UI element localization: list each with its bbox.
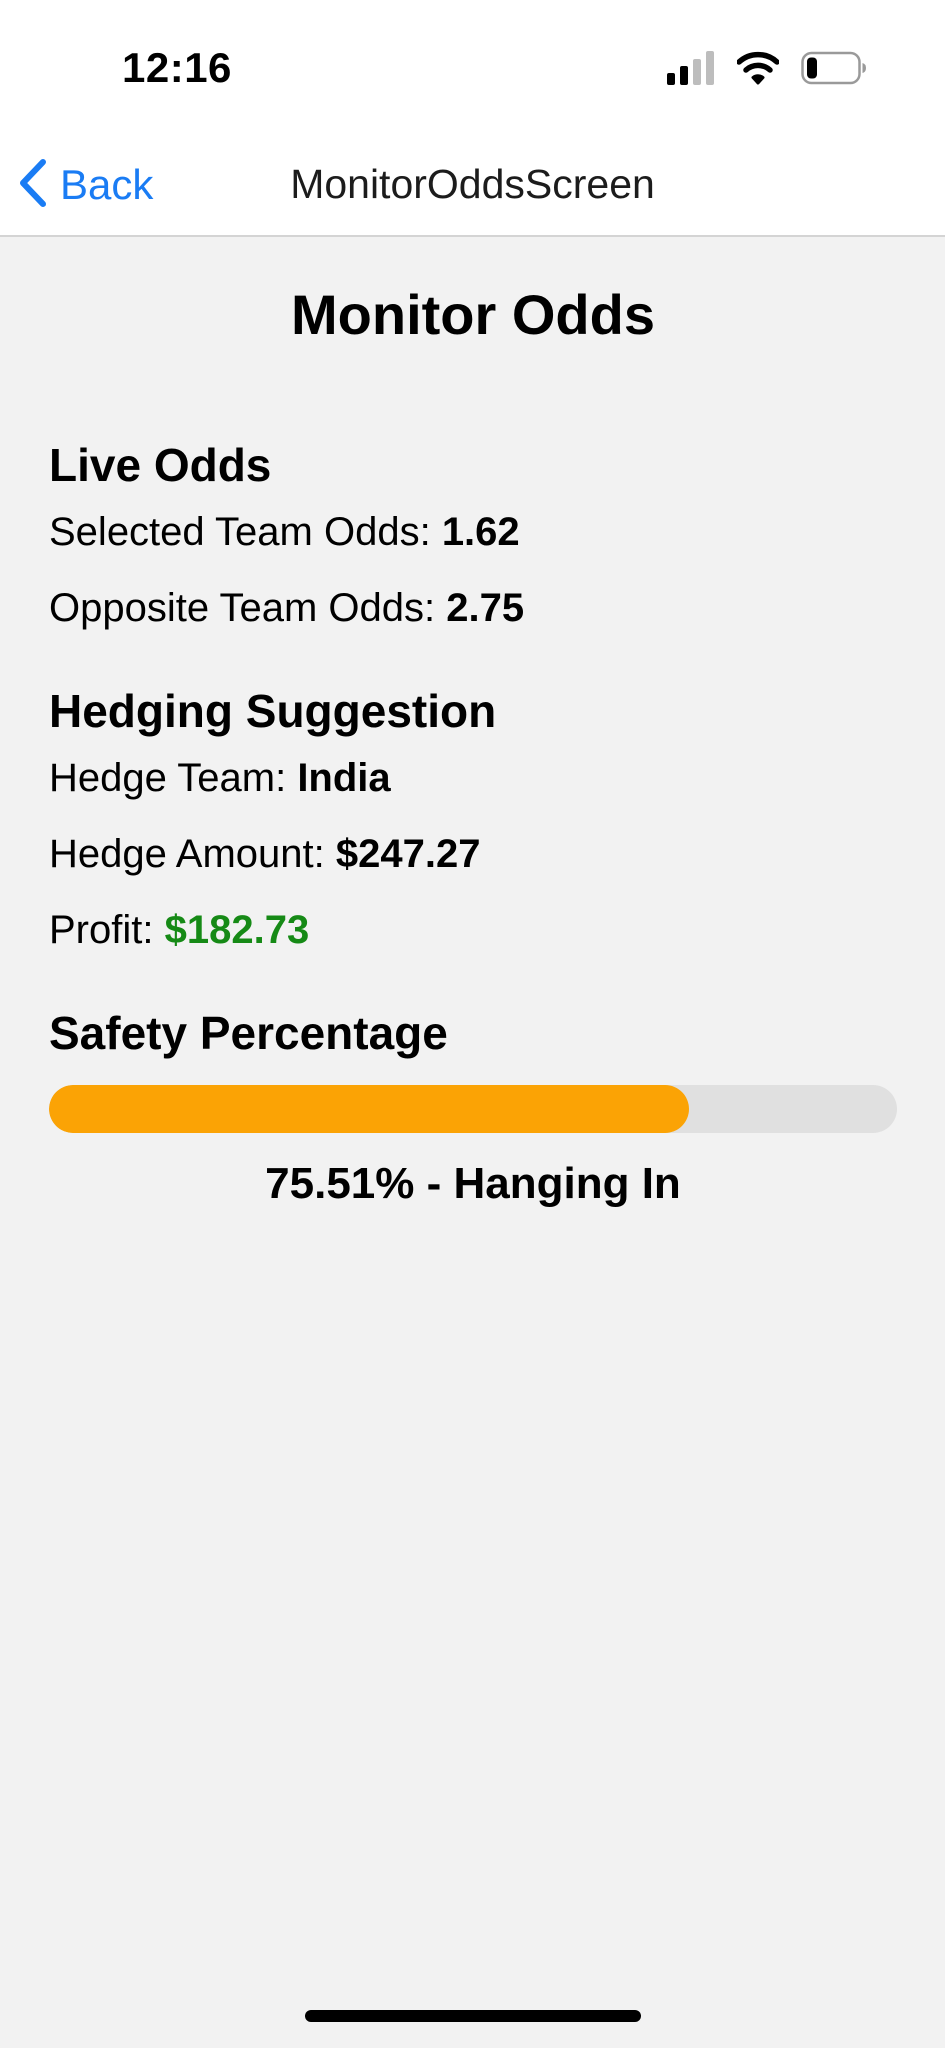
- signal-icon: [667, 50, 715, 90]
- opposite-team-odds-value: 2.75: [446, 586, 525, 630]
- safety-progress-fill: [49, 1085, 690, 1133]
- status-icons: [667, 50, 867, 90]
- page-title: Monitor Odds: [291, 283, 655, 346]
- hedge-team-label: Hedge Team:: [49, 756, 298, 800]
- opposite-team-odds-row: Opposite Team Odds: 2.75: [49, 588, 524, 628]
- hedge-amount-label: Hedge Amount:: [49, 832, 336, 876]
- navigation-bar: Back MonitorOddsScreen: [0, 135, 945, 237]
- profit-row: Profit: $182.73: [49, 910, 309, 950]
- profit-value: $182.73: [164, 908, 310, 952]
- wifi-icon: [736, 51, 780, 90]
- hedge-amount-row: Hedge Amount: $247.27: [49, 834, 480, 874]
- opposite-team-odds-label: Opposite Team Odds:: [49, 586, 447, 630]
- home-indicator: [305, 2010, 641, 2022]
- safety-status-label: 75.51% - Hanging In: [265, 1159, 681, 1208]
- selected-team-odds-value: 1.62: [441, 510, 520, 554]
- hedging-suggestion-heading: Hedging Suggestion: [49, 685, 497, 737]
- selected-team-odds-row: Selected Team Odds: 1.62: [49, 512, 520, 552]
- status-bar: 12:16: [0, 0, 945, 135]
- hedge-amount-value: $247.27: [335, 832, 481, 876]
- status-time: 12:16: [122, 44, 232, 91]
- safety-percentage-heading: Safety Percentage: [49, 1007, 448, 1059]
- nav-title: MonitorOddsScreen: [290, 161, 655, 207]
- hedge-team-row: Hedge Team: India: [49, 758, 391, 798]
- live-odds-heading: Live Odds: [49, 439, 272, 491]
- profit-label: Profit:: [49, 908, 165, 952]
- main-content: Monitor Odds Live Odds Selected Team Odd…: [49, 237, 897, 1206]
- battery-icon: [801, 51, 867, 90]
- hedge-team-value: India: [297, 756, 391, 800]
- selected-team-odds-label: Selected Team Odds:: [49, 510, 442, 554]
- safety-progress-bar: [49, 1085, 897, 1133]
